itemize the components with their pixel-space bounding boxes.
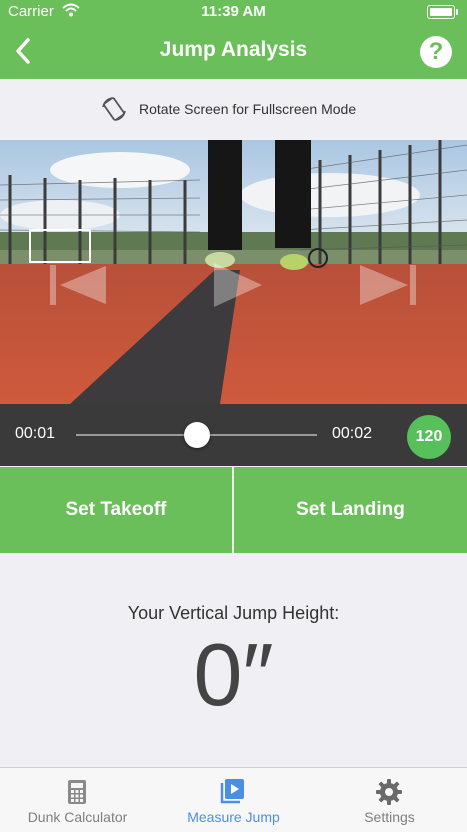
tab-label: Settings [364, 809, 415, 825]
set-landing-button[interactable]: Set Landing [234, 467, 467, 553]
tab-settings[interactable]: Settings [312, 768, 467, 832]
video-player[interactable] [0, 140, 467, 404]
rotate-icon [100, 95, 128, 123]
tab-measure-jump[interactable]: Measure Jump [156, 768, 311, 832]
clock: 11:39 AM [201, 3, 266, 20]
end-time: 00:02 [332, 425, 373, 442]
gear-icon [374, 777, 404, 807]
play-icon[interactable] [208, 260, 268, 310]
result-panel: Your Vertical Jump Height: 0″ [0, 553, 467, 767]
current-time: 00:01 [15, 425, 56, 442]
step-back-icon[interactable] [46, 260, 106, 310]
tab-label: Dunk Calculator [27, 809, 128, 825]
page-title: Jump Analysis [159, 38, 308, 61]
tab-label: Measure Jump [187, 809, 280, 825]
tab-dunk-calculator[interactable]: Dunk Calculator [0, 768, 155, 832]
status-bar: Carrier 11:39 AM [0, 0, 467, 24]
calculator-icon [62, 777, 92, 807]
nav-bar: Jump Analysis ? [0, 24, 467, 79]
help-button[interactable]: ? [420, 36, 452, 68]
play-square-icon [218, 777, 248, 807]
rotate-hint-text: Rotate Screen for Fullscreen Mode [139, 101, 357, 117]
set-takeoff-button[interactable]: Set Takeoff [0, 467, 232, 553]
tab-bar: Dunk Calculator Measure Jump Settings [0, 767, 467, 832]
fps-badge[interactable]: 120 [407, 415, 451, 459]
scrubber-handle[interactable] [183, 422, 210, 448]
jump-height-value: 0″ [193, 625, 274, 724]
battery-icon [427, 5, 458, 19]
rotate-hint: Rotate Screen for Fullscreen Mode [0, 79, 467, 140]
step-forward-icon[interactable] [360, 260, 420, 310]
playback-bar: 00:01 00:02 120 [0, 404, 467, 466]
result-label: Your Vertical Jump Height: [127, 603, 340, 623]
action-bar: Set Takeoff Set Landing [0, 467, 467, 553]
